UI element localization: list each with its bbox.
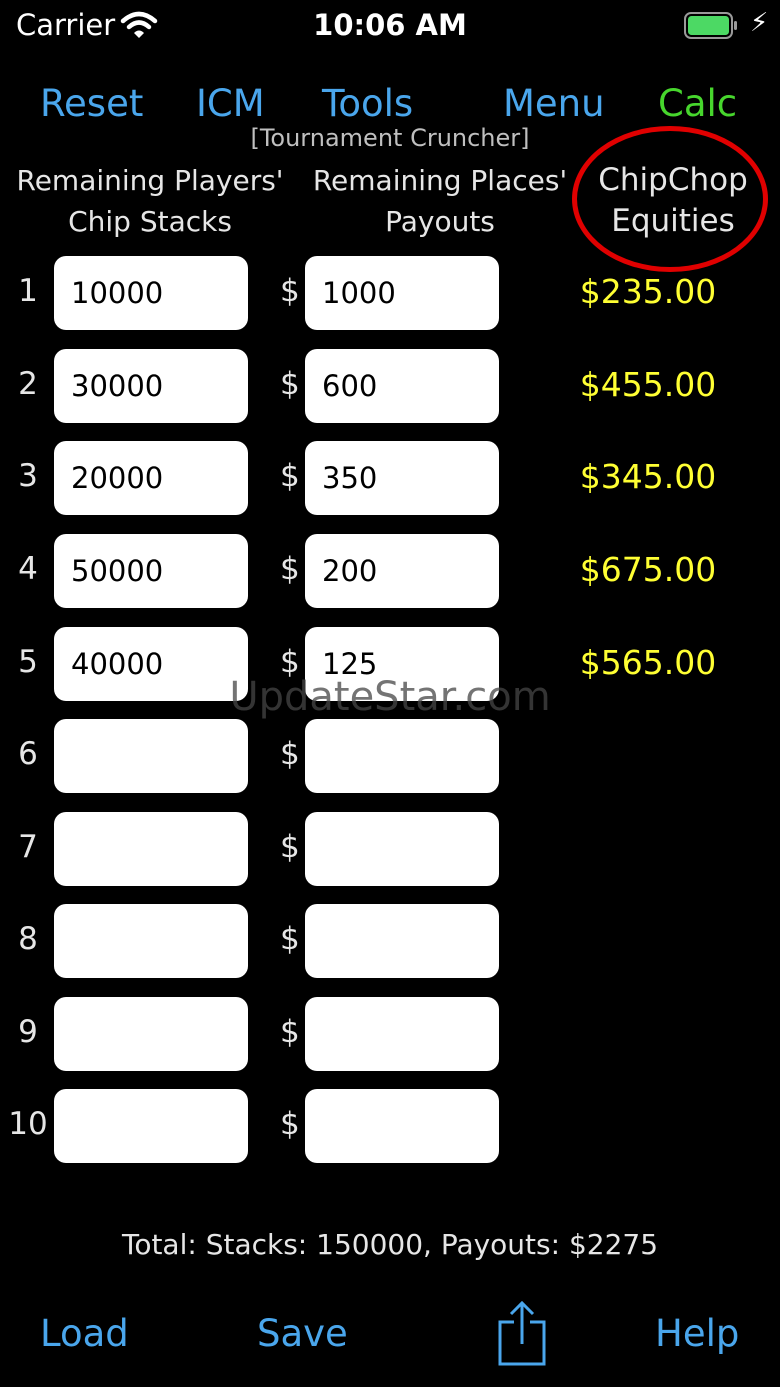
menu-button[interactable]: Menu bbox=[503, 82, 605, 125]
tools-button[interactable]: Tools bbox=[322, 82, 413, 125]
table-row: 6 $ bbox=[0, 719, 780, 793]
row-number: 1 bbox=[18, 273, 38, 309]
chip-stack-input[interactable] bbox=[54, 719, 248, 793]
totals-label: Total: Stacks: 150000, Payouts: $2275 bbox=[121, 1228, 659, 1261]
chip-stack-input[interactable] bbox=[54, 1089, 248, 1163]
equity-value: $345.00 bbox=[579, 457, 717, 496]
chip-stack-input[interactable] bbox=[54, 812, 248, 886]
reset-button[interactable]: Reset bbox=[40, 82, 143, 125]
chip-stack-input[interactable] bbox=[54, 997, 248, 1071]
chip-stack-input[interactable] bbox=[54, 349, 248, 423]
payout-input[interactable] bbox=[305, 997, 499, 1071]
dollar-sign: $ bbox=[280, 736, 300, 772]
table-row: 1 $ $235.00 bbox=[0, 256, 780, 330]
dollar-sign: $ bbox=[280, 1014, 300, 1050]
table-row: 9 $ bbox=[0, 997, 780, 1071]
dollar-sign: $ bbox=[280, 273, 300, 309]
row-number: 8 bbox=[18, 921, 38, 957]
status-time: 10:06 AM bbox=[313, 8, 467, 42]
payout-input[interactable] bbox=[305, 904, 499, 978]
share-icon[interactable] bbox=[496, 1300, 548, 1368]
row-number: 6 bbox=[18, 736, 38, 772]
table-row: 7 $ bbox=[0, 812, 780, 886]
payout-input[interactable] bbox=[305, 256, 499, 330]
chip-stacks-header-line2: Chip Stacks bbox=[68, 205, 232, 238]
dollar-sign: $ bbox=[280, 551, 300, 587]
equity-value: $675.00 bbox=[579, 550, 717, 589]
payout-input[interactable] bbox=[305, 441, 499, 515]
chip-stacks-header: Remaining Players' Chip Stacks bbox=[0, 160, 300, 242]
row-number: 7 bbox=[18, 829, 38, 865]
status-bar: Carrier 10:06 AM ⚡ bbox=[0, 0, 780, 54]
equity-value: $235.00 bbox=[579, 272, 717, 311]
row-number: 2 bbox=[18, 366, 38, 402]
chip-stack-input[interactable] bbox=[54, 441, 248, 515]
payout-input[interactable] bbox=[305, 534, 499, 608]
payout-input[interactable] bbox=[305, 719, 499, 793]
chip-stack-input[interactable] bbox=[54, 534, 248, 608]
payout-input[interactable] bbox=[305, 1089, 499, 1163]
equity-value: $455.00 bbox=[579, 365, 717, 404]
dollar-sign: $ bbox=[280, 921, 300, 957]
dollar-sign: $ bbox=[280, 1106, 300, 1142]
watermark: UpdateStar.com bbox=[229, 674, 551, 720]
table-row: 10 $ bbox=[0, 1089, 780, 1163]
table-row: 3 $ $345.00 bbox=[0, 441, 780, 515]
row-number: 4 bbox=[18, 551, 38, 587]
charging-bolt-icon: ⚡ bbox=[750, 8, 769, 38]
payout-input[interactable] bbox=[305, 349, 499, 423]
row-number: 10 bbox=[8, 1106, 48, 1142]
bottom-nav: Load Save Help bbox=[0, 1300, 780, 1380]
row-number: 3 bbox=[18, 458, 38, 494]
table-row: 2 $ $455.00 bbox=[0, 349, 780, 423]
icm-button[interactable]: ICM bbox=[196, 82, 265, 125]
payout-input[interactable] bbox=[305, 812, 499, 886]
load-button[interactable]: Load bbox=[40, 1312, 129, 1355]
dollar-sign: $ bbox=[280, 458, 300, 494]
table-row: 4 $ $675.00 bbox=[0, 534, 780, 608]
dollar-sign: $ bbox=[280, 829, 300, 865]
payouts-header-line2: Payouts bbox=[385, 205, 495, 238]
highlight-circle bbox=[572, 126, 768, 272]
save-button[interactable]: Save bbox=[257, 1312, 348, 1355]
dollar-sign: $ bbox=[280, 366, 300, 402]
help-button[interactable]: Help bbox=[655, 1312, 739, 1355]
row-number: 9 bbox=[18, 1014, 38, 1050]
payouts-header: Remaining Places' Payouts bbox=[300, 160, 580, 242]
chip-stack-input[interactable] bbox=[54, 904, 248, 978]
chip-stacks-header-line1: Remaining Players' bbox=[16, 164, 284, 197]
calc-button[interactable]: Calc bbox=[658, 82, 737, 125]
table-row: 8 $ bbox=[0, 904, 780, 978]
battery-icon bbox=[684, 12, 737, 39]
payouts-header-line1: Remaining Places' bbox=[312, 164, 568, 197]
chip-stack-input[interactable] bbox=[54, 256, 248, 330]
